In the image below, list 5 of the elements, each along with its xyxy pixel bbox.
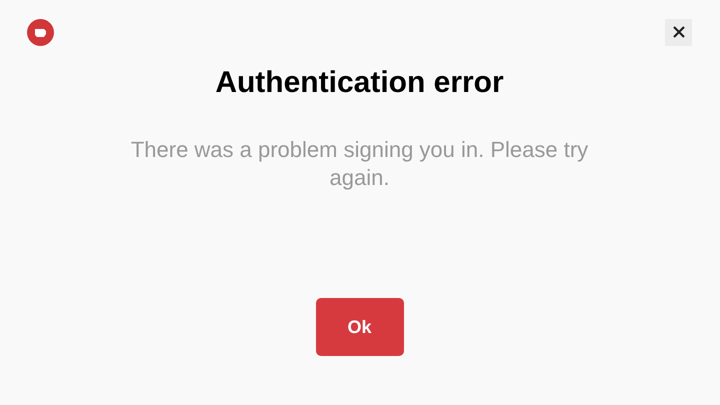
close-button[interactable] <box>665 18 692 46</box>
dialog-title: Authentication error <box>215 66 504 100</box>
ok-button[interactable]: Ok <box>316 298 404 356</box>
close-icon <box>672 26 684 38</box>
error-message: There was a problem signing you in. Please try again. <box>130 136 590 192</box>
